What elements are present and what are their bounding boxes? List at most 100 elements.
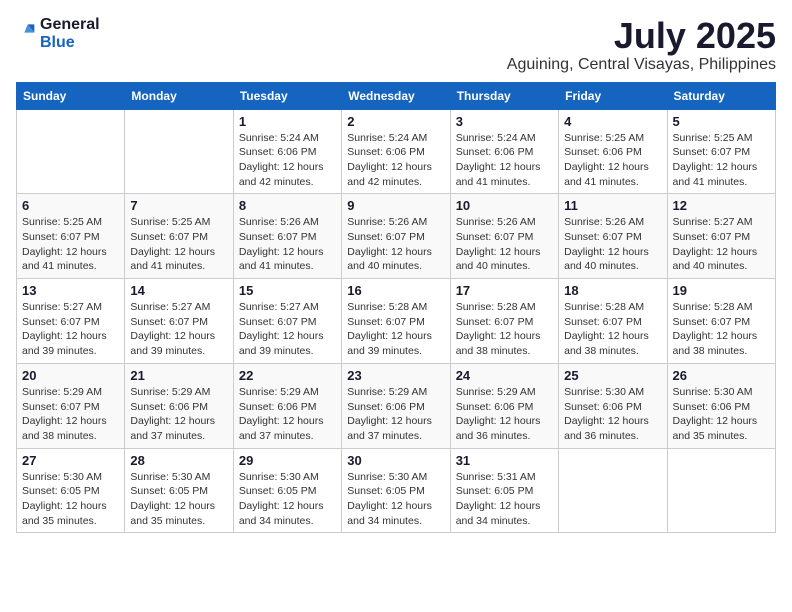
calendar-cell: 4 Sunrise: 5:25 AM Sunset: 6:06 PM Daylig…: [559, 109, 667, 194]
day-number: 31: [456, 453, 553, 468]
day-info: Sunrise: 5:25 AM Sunset: 6:07 PM Dayligh…: [130, 215, 227, 274]
calendar-cell: 3Sunrise: 5:24 AM Sunset: 6:06 PM Daylig…: [450, 109, 558, 194]
calendar-cell: 19 Sunrise: 5:28 AM Sunset: 6:07 PM Dayli…: [667, 279, 775, 364]
day-info: Sunrise: 5:27 AM Sunset: 6:07 PM Dayligh…: [130, 300, 227, 359]
day-of-week-header: Sunday: [17, 82, 125, 109]
calendar-table: SundayMondayTuesdayWednesdayThursdayFrid…: [16, 82, 776, 534]
day-info: Sunrise: 5:29 AM Sunset: 6:06 PM Dayligh…: [239, 385, 336, 444]
calendar-cell: 11Sunrise: 5:26 AM Sunset: 6:07 PM Dayli…: [559, 194, 667, 279]
calendar-cell: 7 Sunrise: 5:25 AM Sunset: 6:07 PM Daylig…: [125, 194, 233, 279]
calendar-cell: 31 Sunrise: 5:31 AM Sunset: 6:05 PM Dayli…: [450, 448, 558, 533]
location-title: Aguining, Central Visayas, Philippines: [507, 56, 776, 74]
day-of-week-header: Tuesday: [233, 82, 341, 109]
day-info: Sunrise: 5:28 AM Sunset: 6:07 PM Dayligh…: [456, 300, 553, 359]
logo-general-text: General: [40, 16, 100, 34]
day-number: 19: [673, 283, 770, 298]
calendar-week-row: 20 Sunrise: 5:29 AM Sunset: 6:07 PM Dayli…: [17, 363, 776, 448]
calendar-cell: 20 Sunrise: 5:29 AM Sunset: 6:07 PM Dayli…: [17, 363, 125, 448]
calendar-header-row: SundayMondayTuesdayWednesdayThursdayFrid…: [17, 82, 776, 109]
calendar-cell: [17, 109, 125, 194]
day-number: 26: [673, 368, 770, 383]
day-number: 2: [347, 114, 444, 129]
day-info: Sunrise: 5:24 AM Sunset: 6:06 PM Dayligh…: [239, 131, 336, 190]
calendar-week-row: 27Sunrise: 5:30 AM Sunset: 6:05 PM Dayli…: [17, 448, 776, 533]
day-of-week-header: Monday: [125, 82, 233, 109]
calendar-cell: 21 Sunrise: 5:29 AM Sunset: 6:06 PM Dayli…: [125, 363, 233, 448]
calendar-cell: 12 Sunrise: 5:27 AM Sunset: 6:07 PM Dayli…: [667, 194, 775, 279]
day-number: 28: [130, 453, 227, 468]
logo: General Blue: [16, 16, 100, 51]
day-number: 6: [22, 198, 119, 213]
day-number: 17: [456, 283, 553, 298]
calendar-cell: 26 Sunrise: 5:30 AM Sunset: 6:06 PM Dayli…: [667, 363, 775, 448]
calendar-cell: 9Sunrise: 5:26 AM Sunset: 6:07 PM Daylig…: [342, 194, 450, 279]
day-info: Sunrise: 5:30 AM Sunset: 6:06 PM Dayligh…: [564, 385, 661, 444]
calendar-cell: 28 Sunrise: 5:30 AM Sunset: 6:05 PM Dayli…: [125, 448, 233, 533]
day-info: Sunrise: 5:31 AM Sunset: 6:05 PM Dayligh…: [456, 470, 553, 529]
day-number: 10: [456, 198, 553, 213]
day-number: 16: [347, 283, 444, 298]
calendar-cell: 24Sunrise: 5:29 AM Sunset: 6:06 PM Dayli…: [450, 363, 558, 448]
day-info: Sunrise: 5:29 AM Sunset: 6:06 PM Dayligh…: [130, 385, 227, 444]
day-number: 7: [130, 198, 227, 213]
day-info: Sunrise: 5:27 AM Sunset: 6:07 PM Dayligh…: [239, 300, 336, 359]
day-number: 12: [673, 198, 770, 213]
day-number: 18: [564, 283, 661, 298]
day-info: Sunrise: 5:28 AM Sunset: 6:07 PM Dayligh…: [347, 300, 444, 359]
day-info: Sunrise: 5:29 AM Sunset: 6:06 PM Dayligh…: [456, 385, 553, 444]
calendar-cell: 23 Sunrise: 5:29 AM Sunset: 6:06 PM Dayli…: [342, 363, 450, 448]
day-info: Sunrise: 5:25 AM Sunset: 6:07 PM Dayligh…: [673, 131, 770, 190]
day-of-week-header: Thursday: [450, 82, 558, 109]
title-area: July 2025 Aguining, Central Visayas, Phi…: [507, 16, 776, 74]
calendar-cell: 6 Sunrise: 5:25 AM Sunset: 6:07 PM Daylig…: [17, 194, 125, 279]
day-of-week-header: Wednesday: [342, 82, 450, 109]
day-number: 4: [564, 114, 661, 129]
calendar-cell: 27Sunrise: 5:30 AM Sunset: 6:05 PM Dayli…: [17, 448, 125, 533]
calendar-cell: [667, 448, 775, 533]
calendar-week-row: 1 Sunrise: 5:24 AM Sunset: 6:06 PM Daylig…: [17, 109, 776, 194]
day-info: Sunrise: 5:29 AM Sunset: 6:07 PM Dayligh…: [22, 385, 119, 444]
logo-icon: [16, 21, 36, 41]
calendar-cell: [559, 448, 667, 533]
calendar-cell: 1 Sunrise: 5:24 AM Sunset: 6:06 PM Daylig…: [233, 109, 341, 194]
calendar-cell: 10 Sunrise: 5:26 AM Sunset: 6:07 PM Dayli…: [450, 194, 558, 279]
day-number: 1: [239, 114, 336, 129]
calendar-cell: 8Sunrise: 5:26 AM Sunset: 6:07 PM Daylig…: [233, 194, 341, 279]
day-info: Sunrise: 5:25 AM Sunset: 6:06 PM Dayligh…: [564, 131, 661, 190]
day-number: 13: [22, 283, 119, 298]
calendar-cell: 5 Sunrise: 5:25 AM Sunset: 6:07 PM Daylig…: [667, 109, 775, 194]
day-info: Sunrise: 5:30 AM Sunset: 6:06 PM Dayligh…: [673, 385, 770, 444]
day-info: Sunrise: 5:29 AM Sunset: 6:06 PM Dayligh…: [347, 385, 444, 444]
day-number: 21: [130, 368, 227, 383]
day-number: 23: [347, 368, 444, 383]
day-number: 3: [456, 114, 553, 129]
day-number: 11: [564, 198, 661, 213]
day-info: Sunrise: 5:26 AM Sunset: 6:07 PM Dayligh…: [347, 215, 444, 274]
calendar-cell: [125, 109, 233, 194]
day-info: Sunrise: 5:30 AM Sunset: 6:05 PM Dayligh…: [130, 470, 227, 529]
month-title: July 2025: [507, 16, 776, 56]
calendar-week-row: 13 Sunrise: 5:27 AM Sunset: 6:07 PM Dayli…: [17, 279, 776, 364]
day-number: 29: [239, 453, 336, 468]
day-info: Sunrise: 5:28 AM Sunset: 6:07 PM Dayligh…: [673, 300, 770, 359]
calendar-cell: 2Sunrise: 5:24 AM Sunset: 6:06 PM Daylig…: [342, 109, 450, 194]
calendar-cell: 16 Sunrise: 5:28 AM Sunset: 6:07 PM Dayli…: [342, 279, 450, 364]
logo-blue-text: Blue: [40, 34, 100, 52]
calendar-cell: 29Sunrise: 5:30 AM Sunset: 6:05 PM Dayli…: [233, 448, 341, 533]
day-of-week-header: Friday: [559, 82, 667, 109]
day-info: Sunrise: 5:27 AM Sunset: 6:07 PM Dayligh…: [673, 215, 770, 274]
day-number: 22: [239, 368, 336, 383]
day-info: Sunrise: 5:28 AM Sunset: 6:07 PM Dayligh…: [564, 300, 661, 359]
day-info: Sunrise: 5:26 AM Sunset: 6:07 PM Dayligh…: [456, 215, 553, 274]
day-number: 20: [22, 368, 119, 383]
day-number: 5: [673, 114, 770, 129]
day-info: Sunrise: 5:27 AM Sunset: 6:07 PM Dayligh…: [22, 300, 119, 359]
day-number: 8: [239, 198, 336, 213]
day-number: 14: [130, 283, 227, 298]
calendar-cell: 30Sunrise: 5:30 AM Sunset: 6:05 PM Dayli…: [342, 448, 450, 533]
day-info: Sunrise: 5:25 AM Sunset: 6:07 PM Dayligh…: [22, 215, 119, 274]
calendar-cell: 13 Sunrise: 5:27 AM Sunset: 6:07 PM Dayli…: [17, 279, 125, 364]
calendar-body: 1 Sunrise: 5:24 AM Sunset: 6:06 PM Daylig…: [17, 109, 776, 533]
calendar-cell: 17 Sunrise: 5:28 AM Sunset: 6:07 PM Dayli…: [450, 279, 558, 364]
calendar-cell: 22 Sunrise: 5:29 AM Sunset: 6:06 PM Dayli…: [233, 363, 341, 448]
